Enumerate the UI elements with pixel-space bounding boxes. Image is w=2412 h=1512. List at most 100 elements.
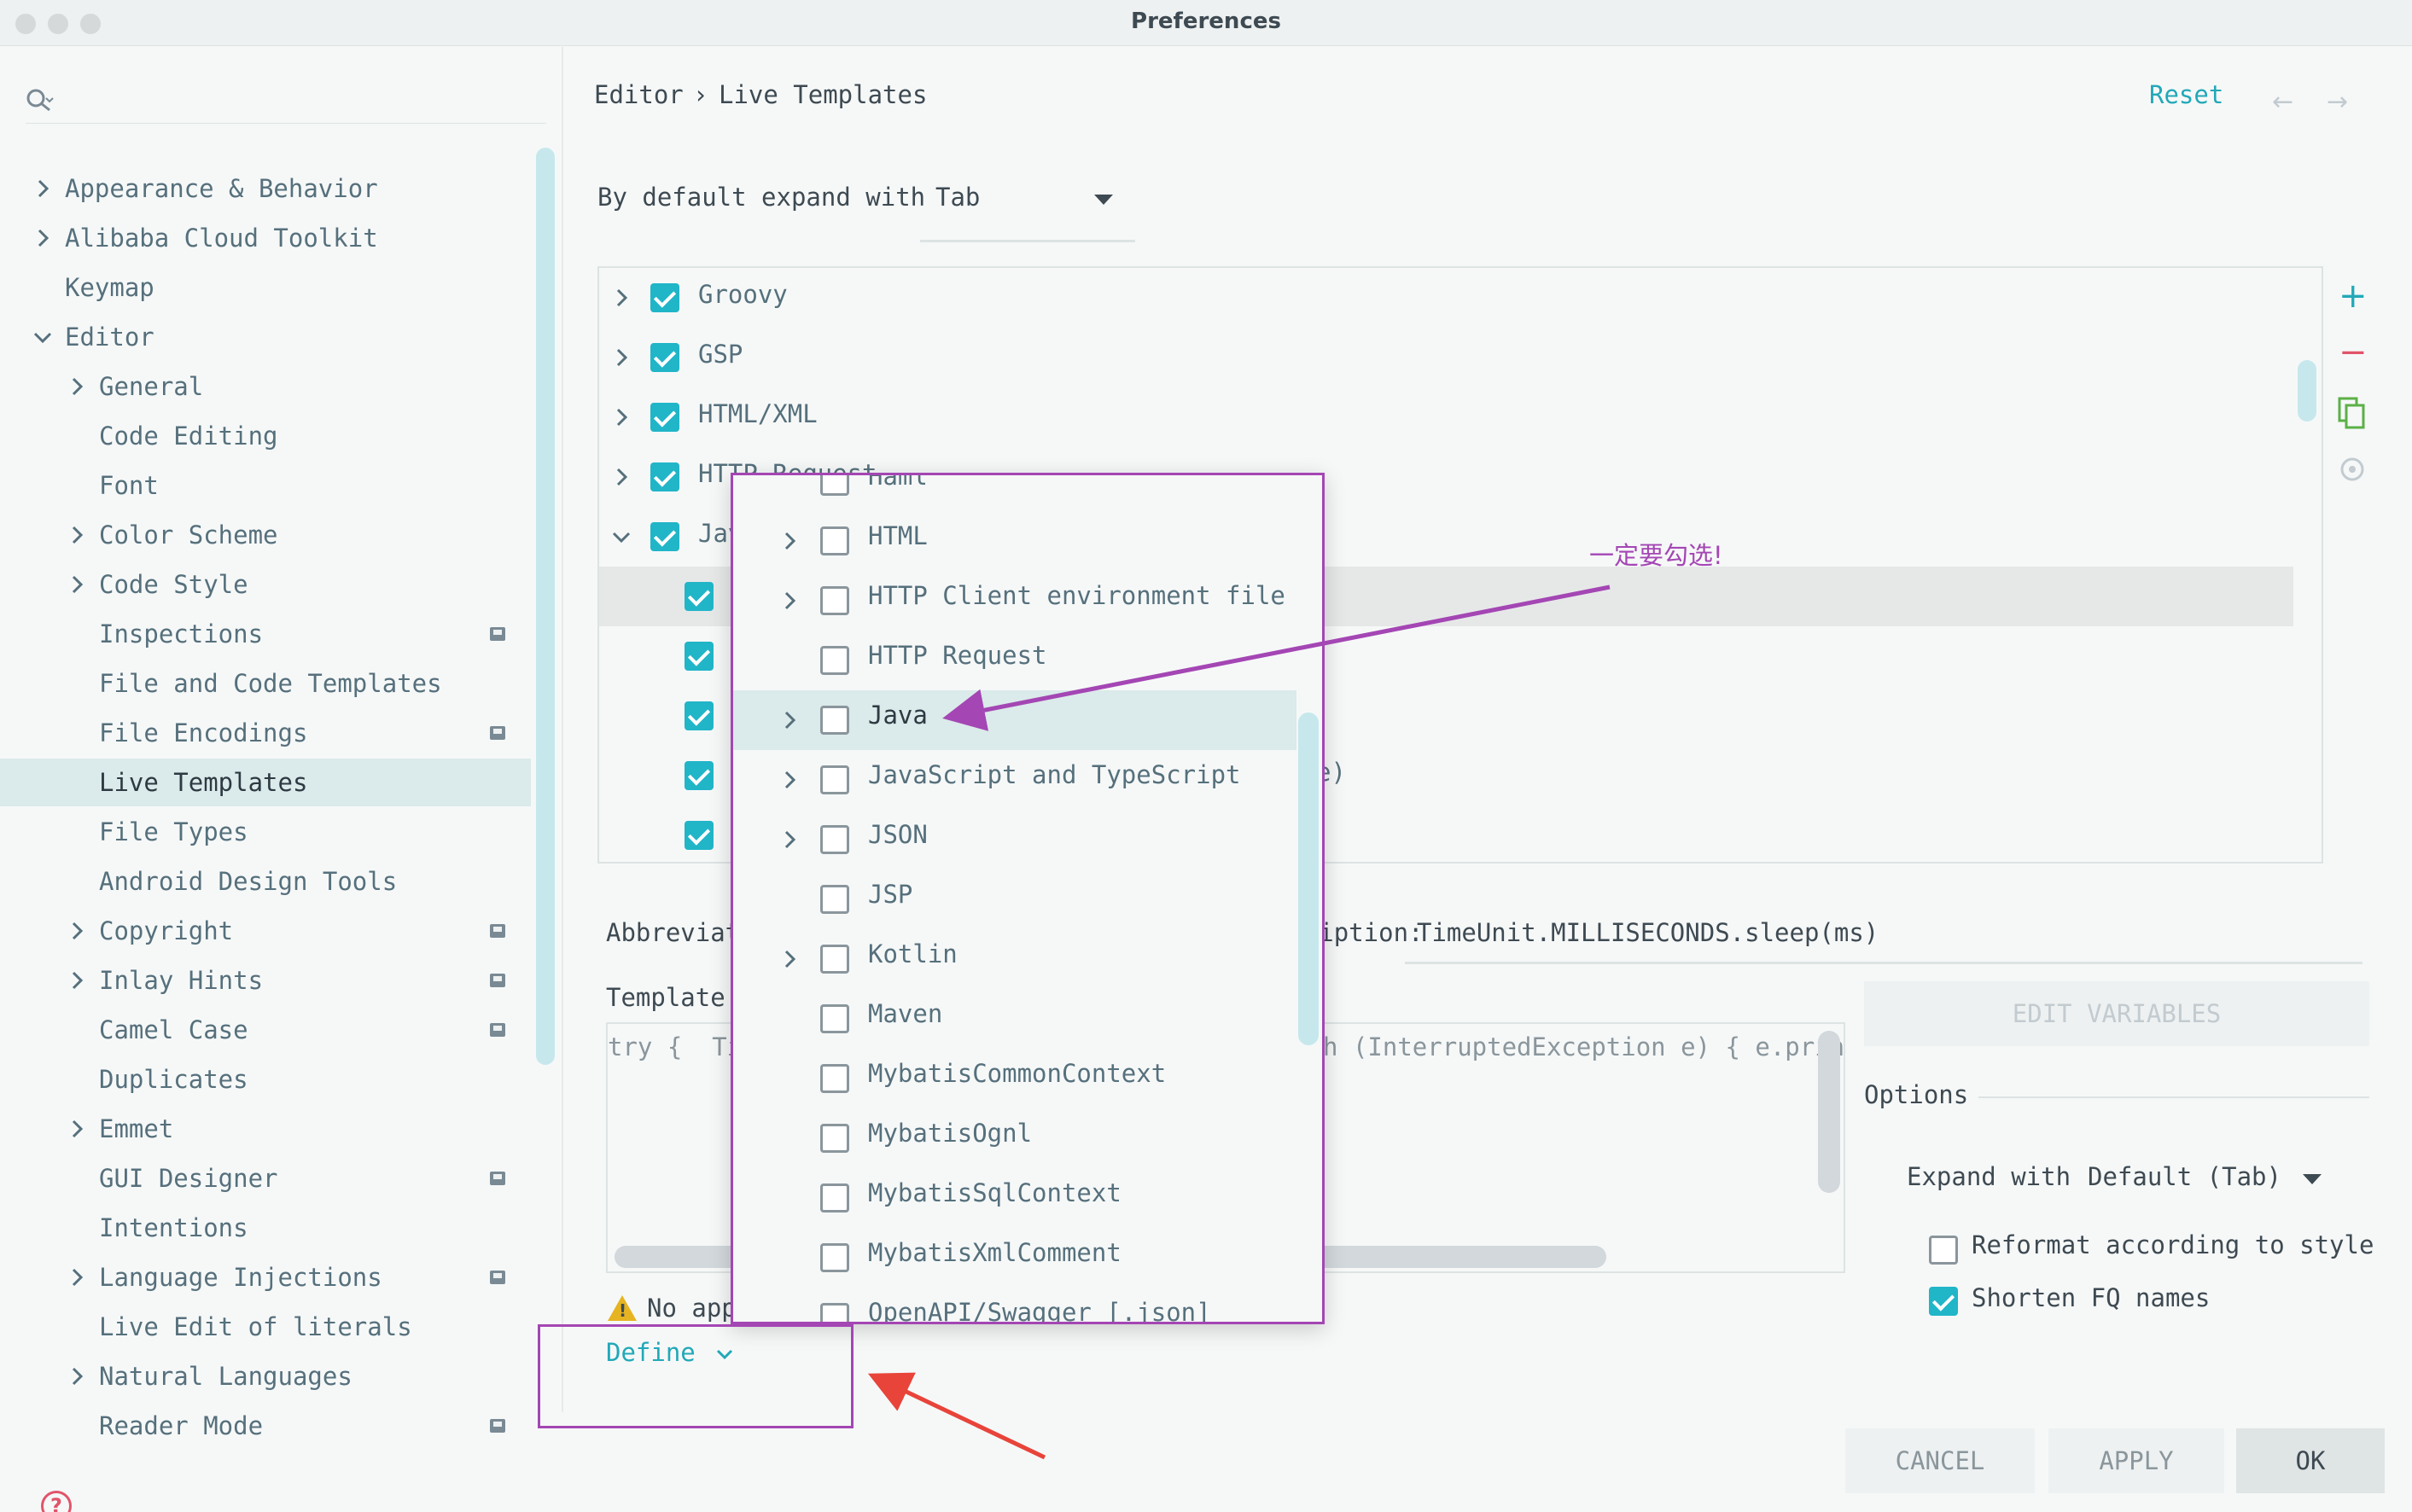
back-arrow-icon[interactable]: ← <box>2272 87 2293 117</box>
help-icon[interactable]: ? <box>41 1491 72 1512</box>
context-option-row[interactable]: Kotlin <box>733 929 1296 989</box>
template-enabled-checkbox[interactable] <box>650 343 679 372</box>
template-enabled-checkbox[interactable] <box>650 283 679 312</box>
context-option-row[interactable]: HTTP Client environment file <box>733 571 1296 631</box>
context-option-row[interactable]: MybatisOgnl <box>733 1108 1296 1168</box>
context-option-row[interactable]: MybatisXmlComment <box>733 1228 1296 1288</box>
sidebar-item[interactable]: Live Templates <box>0 759 531 806</box>
context-checkbox[interactable] <box>820 1064 849 1093</box>
chevron-right-icon[interactable] <box>32 228 53 248</box>
chevron-right-icon[interactable] <box>67 970 87 991</box>
shorten-fq-checkbox[interactable] <box>1929 1287 1958 1316</box>
reset-link[interactable]: Reset <box>2149 80 2223 109</box>
context-option-row[interactable]: OpenAPI/Swagger [.json] <box>733 1288 1296 1322</box>
cancel-button[interactable]: CANCEL <box>1845 1428 2035 1493</box>
chevron-right-icon[interactable] <box>67 1119 87 1139</box>
sidebar-item[interactable]: Alibaba Cloud Toolkit <box>0 214 531 262</box>
sidebar-item[interactable]: Language Injections <box>0 1253 531 1301</box>
restore-icon[interactable] <box>2337 454 2368 485</box>
copy-icon[interactable] <box>2337 396 2368 430</box>
context-option-row[interactable]: Haml <box>733 475 1296 511</box>
template-enabled-checkbox[interactable] <box>685 582 714 611</box>
context-checkbox[interactable] <box>820 945 849 974</box>
context-option-row[interactable]: HTTP Request <box>733 631 1296 690</box>
edit-variables-button[interactable]: EDIT VARIABLES <box>1864 981 2369 1046</box>
chevron-right-icon[interactable] <box>779 949 800 969</box>
template-enabled-checkbox[interactable] <box>685 701 714 730</box>
apply-button[interactable]: APPLY <box>2048 1428 2224 1493</box>
sidebar-item[interactable]: Intentions <box>0 1204 531 1252</box>
chevron-right-icon[interactable] <box>32 178 53 199</box>
sidebar-item[interactable]: Camel Case <box>0 1006 531 1054</box>
context-checkbox[interactable] <box>820 1303 849 1322</box>
sidebar-item[interactable]: Keymap <box>0 264 531 311</box>
chevron-right-icon[interactable] <box>779 829 800 850</box>
sidebar-item[interactable]: Font <box>0 462 531 509</box>
template-enabled-checkbox[interactable] <box>685 761 714 790</box>
template-enabled-checkbox[interactable] <box>650 462 679 491</box>
context-checkbox[interactable] <box>820 1124 849 1153</box>
sidebar-item[interactable]: General <box>0 363 531 410</box>
sidebar-item[interactable]: Appearance & Behavior <box>0 165 531 212</box>
chevron-right-icon[interactable] <box>67 574 87 595</box>
sidebar-item[interactable]: Live Edit of literals <box>0 1303 531 1351</box>
sidebar-item[interactable]: Reader Mode <box>0 1402 531 1450</box>
context-checkbox[interactable] <box>820 1183 849 1213</box>
remove-icon[interactable]: − <box>2339 333 2368 372</box>
context-checkbox[interactable] <box>820 706 849 735</box>
shorten-fq-label[interactable]: Shorten FQ names <box>1972 1283 2210 1312</box>
template-vertical-scrollbar[interactable] <box>1818 1031 1840 1193</box>
context-option-row[interactable]: JavaScript and TypeScript <box>733 750 1296 810</box>
sidebar-item[interactable]: Editor <box>0 313 531 361</box>
chevron-right-icon[interactable] <box>611 288 632 308</box>
chevron-right-icon[interactable] <box>67 921 87 941</box>
template-tree-scrollbar[interactable] <box>2298 360 2316 422</box>
template-enabled-checkbox[interactable] <box>650 403 679 432</box>
sidebar-item[interactable]: Inlay Hints <box>0 957 531 1004</box>
chevron-right-icon[interactable] <box>611 467 632 487</box>
context-option-row[interactable]: Maven <box>733 989 1296 1049</box>
chevron-right-icon[interactable] <box>67 1267 87 1288</box>
template-enabled-checkbox[interactable] <box>650 522 679 551</box>
template-group-row[interactable]: HTML/XML <box>599 387 2293 447</box>
context-checkbox[interactable] <box>820 1004 849 1033</box>
chevron-right-icon[interactable] <box>67 525 87 545</box>
context-option-row[interactable]: MybatisSqlContext <box>733 1168 1296 1228</box>
ok-button[interactable]: OK <box>2236 1428 2385 1493</box>
template-enabled-checkbox[interactable] <box>685 821 714 850</box>
context-option-row[interactable]: HTML <box>733 511 1296 571</box>
context-option-row[interactable]: MybatisCommonContext <box>733 1049 1296 1108</box>
sidebar-scrollbar[interactable] <box>536 148 555 1065</box>
chevron-right-icon[interactable] <box>67 1366 87 1387</box>
chevron-right-icon[interactable] <box>779 770 800 790</box>
chevron-right-icon[interactable] <box>67 376 87 397</box>
context-checkbox[interactable] <box>820 825 849 854</box>
sidebar-item[interactable]: Natural Languages <box>0 1352 531 1400</box>
sidebar-item[interactable]: Code Editing <box>0 412 531 460</box>
chevron-right-icon[interactable] <box>779 590 800 611</box>
sidebar-item[interactable]: Inspections <box>0 610 531 658</box>
context-option-row[interactable]: Java <box>733 690 1296 750</box>
sidebar-item[interactable]: Emmet <box>0 1105 531 1153</box>
chevron-down-icon[interactable] <box>611 526 632 547</box>
default-expand-dropdown[interactable]: Tab <box>920 169 1135 242</box>
description-input[interactable]: TimeUnit.MILLISECONDS.sleep(ms) <box>1405 906 2362 964</box>
sidebar-item[interactable]: File Encodings <box>0 709 531 757</box>
popup-scrollbar[interactable] <box>1298 712 1319 1045</box>
chevron-right-icon[interactable] <box>779 531 800 551</box>
context-option-row[interactable]: JSON <box>733 810 1296 869</box>
reformat-label[interactable]: Reformat according to style <box>1972 1230 2374 1259</box>
sidebar-item[interactable]: File and Code Templates <box>0 660 531 707</box>
sidebar-item[interactable]: GUI Designer <box>0 1154 531 1202</box>
breadcrumb-editor[interactable]: Editor <box>594 80 684 109</box>
sidebar-item[interactable]: Duplicates <box>0 1055 531 1103</box>
context-checkbox[interactable] <box>820 475 849 496</box>
context-checkbox[interactable] <box>820 885 849 914</box>
context-checkbox[interactable] <box>820 765 849 794</box>
chevron-right-icon[interactable] <box>611 407 632 427</box>
sidebar-item[interactable]: Color Scheme <box>0 511 531 559</box>
sidebar-item[interactable]: Android Design Tools <box>0 858 531 905</box>
chevron-right-icon[interactable] <box>611 347 632 368</box>
settings-search[interactable] <box>26 79 546 124</box>
forward-arrow-icon[interactable]: → <box>2327 87 2348 117</box>
